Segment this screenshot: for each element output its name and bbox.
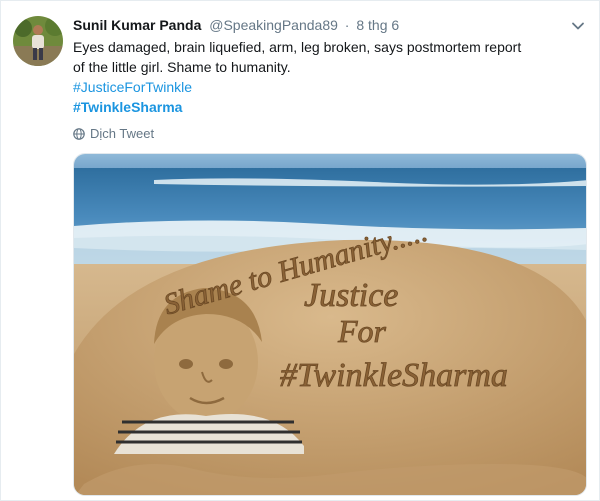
hashtag-link-justicefortwinkle[interactable]: #JusticeForTwinkle (73, 77, 573, 97)
tweet-photo[interactable]: Shame to Humanity..... Justice For #Twin… (73, 153, 587, 496)
tweet-text-line: of the little girl. Shame to humanity. (73, 59, 291, 75)
tweet-text-line: Eyes damaged, brain liquefied, arm, leg … (73, 39, 522, 55)
avatar-image (13, 16, 63, 66)
display-name[interactable]: Sunil Kumar Panda (73, 17, 201, 33)
sculpture-text-line2: Justice (304, 277, 398, 314)
translate-label: Dịch Tweet (90, 126, 155, 141)
sand-sculpture-image: Shame to Humanity..... Justice For #Twin… (74, 154, 586, 495)
tweet-card[interactable]: Sunil Kumar Panda @SpeakingPanda89 · 8 t… (0, 0, 600, 501)
separator-dot: · (344, 17, 350, 33)
globe-icon (73, 127, 85, 145)
tweet-text: Eyes damaged, brain liquefied, arm, leg … (73, 37, 573, 117)
more-options-button[interactable] (571, 19, 585, 33)
sculpture-text-line4: #TwinkleSharma (280, 357, 508, 394)
chevron-down-icon (572, 22, 584, 30)
avatar[interactable] (13, 16, 63, 66)
hashtag-link-twinklesharma[interactable]: #TwinkleSharma (73, 97, 573, 117)
sculpture-text-line3: For (337, 313, 387, 349)
translate-tweet-link[interactable]: Dịch Tweet (73, 125, 154, 145)
tweet-header: Sunil Kumar Panda @SpeakingPanda89 · 8 t… (73, 15, 559, 35)
user-handle[interactable]: @SpeakingPanda89 (209, 17, 338, 33)
tweet-timestamp[interactable]: 8 thg 6 (356, 17, 399, 33)
